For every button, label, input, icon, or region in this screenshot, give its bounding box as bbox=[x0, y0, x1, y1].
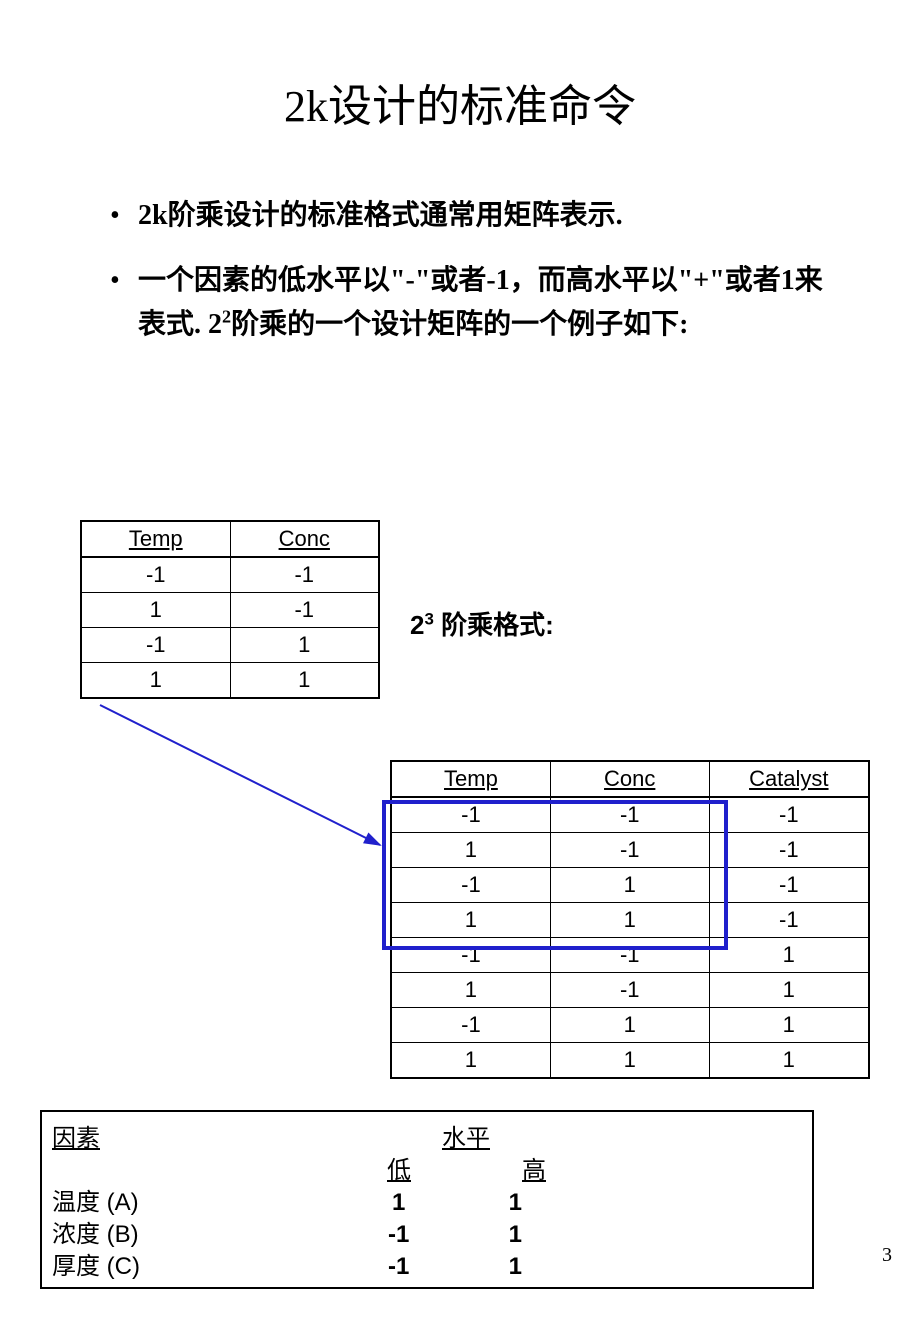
t2-h2: Catalyst bbox=[709, 761, 869, 797]
factor-row: 厚度 (C) -1 1 bbox=[52, 1246, 565, 1281]
table-row: -11 bbox=[81, 628, 379, 663]
table-row: 11 bbox=[81, 663, 379, 699]
page-title: 2k设计的标准命令 bbox=[0, 0, 920, 134]
table-row: 111 bbox=[391, 1043, 869, 1079]
low-header: 低 bbox=[387, 1150, 411, 1185]
factor-row: 温度 (A) 1 1 bbox=[52, 1182, 565, 1217]
t1-h1: Conc bbox=[230, 521, 379, 557]
table-row: -1-1-1 bbox=[391, 797, 869, 833]
factor-header: 因素 bbox=[52, 1118, 100, 1153]
design-matrix-2x2: Temp Conc -1-1 1-1 -11 11 bbox=[80, 520, 380, 699]
design-matrix-2x3: Temp Conc Catalyst -1-1-1 1-1-1 -11-1 11… bbox=[390, 760, 870, 1079]
t2-h0: Temp bbox=[391, 761, 550, 797]
high-header: 高 bbox=[522, 1150, 546, 1185]
page-number: 3 bbox=[882, 1244, 892, 1267]
bullet-1-text: 阶乘设计的标准格式通常用矩阵表示. bbox=[168, 200, 623, 231]
table-row: 11-1 bbox=[391, 903, 869, 938]
bullet-2-text: 一个因素的低水平以"-"或者-1，而高水平以"+"或者1来表式. 22阶乘的一个… bbox=[138, 265, 823, 340]
bullet-1: 2k阶乘设计的标准格式通常用矩阵表示. bbox=[110, 194, 850, 237]
bullet-list: 2k阶乘设计的标准格式通常用矩阵表示. 一个因素的低水平以"-"或者-1，而高水… bbox=[70, 194, 850, 347]
label-2-cubed: 23 阶乘格式: bbox=[410, 605, 554, 642]
table-row: 1-1-1 bbox=[391, 833, 869, 868]
table-row: -1-1 bbox=[81, 557, 379, 593]
t1-h0: Temp bbox=[81, 521, 230, 557]
factor-row: 浓度 (B) -1 1 bbox=[52, 1214, 565, 1249]
table-row: -111 bbox=[391, 1008, 869, 1043]
table-row: 1-1 bbox=[81, 593, 379, 628]
factor-levels-box: 因素 水平 低 高 温度 (A) 1 1 浓度 (B) -1 1 厚度 (C) … bbox=[40, 1110, 814, 1289]
table-row: -11-1 bbox=[391, 868, 869, 903]
bullet-1-prefix: 2k bbox=[138, 200, 168, 231]
level-header: 水平 bbox=[442, 1118, 490, 1153]
bullet-2: 一个因素的低水平以"-"或者-1，而高水平以"+"或者1来表式. 22阶乘的一个… bbox=[110, 259, 850, 346]
table-row: 1-11 bbox=[391, 973, 869, 1008]
t2-h1: Conc bbox=[550, 761, 709, 797]
table-row: -1-11 bbox=[391, 938, 869, 973]
